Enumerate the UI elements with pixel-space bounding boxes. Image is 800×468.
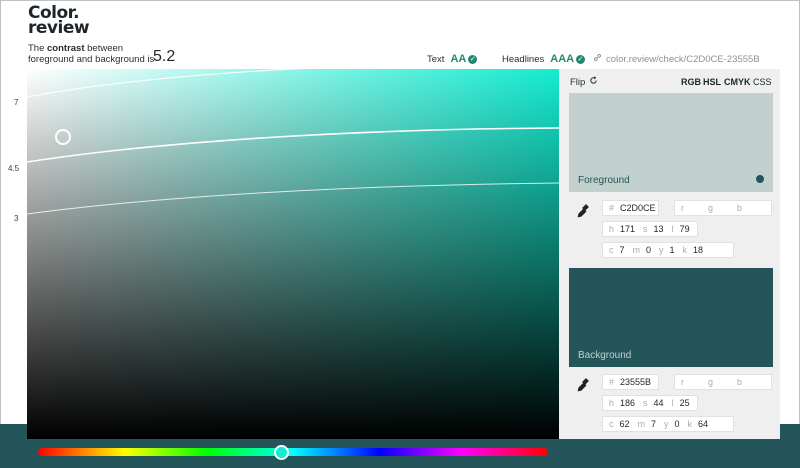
link-icon <box>593 53 602 65</box>
foreground-c: 7 <box>619 245 625 255</box>
rgb-b-placeholder: b <box>737 377 743 387</box>
foreground-h: 171 <box>620 224 636 234</box>
mode-hsl[interactable]: HSL <box>703 77 721 87</box>
contrast-prefix: The <box>28 43 48 54</box>
foreground-l: 79 <box>679 224 690 234</box>
contrast-description: The contrast between foreground and back… <box>28 43 154 65</box>
y-key: y <box>659 245 664 255</box>
contrast-line-7 <box>27 69 305 98</box>
foreground-rgb-input[interactable]: r g b <box>674 200 772 216</box>
background-k: 64 <box>698 419 709 429</box>
text-rating-label: Text <box>427 53 445 65</box>
hue-slider[interactable] <box>38 448 548 456</box>
background-hex-input[interactable]: # 23555B <box>602 374 659 390</box>
contrast-line-4-5 <box>27 127 559 163</box>
share-link-text: color.review/check/C2D0CE-23555B <box>606 53 760 65</box>
contrast-line2: foreground and background is <box>28 54 155 65</box>
refresh-icon <box>589 76 598 88</box>
hue-slider-handle[interactable] <box>274 445 289 460</box>
check-circle-icon: ✓ <box>576 54 586 64</box>
m-key: m <box>637 419 646 429</box>
background-label: Background <box>578 350 632 361</box>
yaxis-label-3: 3 <box>14 214 19 223</box>
rgb-r-placeholder: r <box>681 377 684 387</box>
background-y: 0 <box>674 419 680 429</box>
share-link[interactable]: color.review/check/C2D0CE-23555B <box>593 53 760 65</box>
h-key: h <box>609 224 615 234</box>
background-hex-value: 23555B <box>620 377 652 387</box>
foreground-swatch[interactable]: Foreground <box>569 93 773 192</box>
flip-label: Flip <box>570 76 586 88</box>
logo-line2: review <box>28 18 90 38</box>
hash-key: # <box>609 377 615 387</box>
mode-cmyk[interactable]: CMYK <box>724 77 751 87</box>
yaxis-label-7: 7 <box>14 98 19 107</box>
c-key: c <box>609 245 614 255</box>
contrast-line-3 <box>27 182 559 215</box>
headlines-rating-label: Headlines <box>502 53 545 65</box>
headlines-rating-grade: AAA <box>550 53 575 65</box>
rgb-r-placeholder: r <box>681 203 684 213</box>
k-key: k <box>682 245 688 255</box>
foreground-k: 18 <box>693 245 704 255</box>
background-c: 62 <box>619 419 630 429</box>
hash-key: # <box>609 203 615 213</box>
foreground-m: 0 <box>646 245 652 255</box>
background-cmyk-input[interactable]: c 62 m7 y0 k 64 <box>602 416 734 432</box>
headlines-rating: Headlines AAA ✓ <box>502 53 586 65</box>
foreground-y: 1 <box>669 245 675 255</box>
s-key: s <box>643 224 648 234</box>
mode-rgb[interactable]: RGB <box>681 77 701 87</box>
canvas-picker-handle[interactable] <box>55 129 71 145</box>
l-key: l <box>671 224 674 234</box>
rgb-g-placeholder: g <box>708 203 714 213</box>
foreground-indicator-dot <box>756 175 764 183</box>
contrast-ratio: 5.2 <box>153 48 176 65</box>
rgb-b-placeholder: b <box>737 203 743 213</box>
yaxis-label-4-5: 4.5 <box>8 164 20 173</box>
background-m: 7 <box>651 419 657 429</box>
flip-button[interactable]: Flip <box>570 76 598 88</box>
foreground-hex-input[interactable]: # C2D0CE <box>602 200 659 216</box>
k-key: k <box>687 419 693 429</box>
foreground-hex-value: C2D0CE <box>620 203 656 213</box>
foreground-cmyk-input[interactable]: c7 m0 y1 k 18 <box>602 242 734 258</box>
background-h: 186 <box>620 398 636 408</box>
background-l: 25 <box>679 398 690 408</box>
y-key: y <box>664 419 669 429</box>
background-swatch[interactable]: Background <box>569 268 773 367</box>
rgb-g-placeholder: g <box>708 377 714 387</box>
color-canvas[interactable] <box>27 69 559 439</box>
foreground-s: 13 <box>653 224 664 234</box>
contrast-suffix: between <box>84 43 124 54</box>
eyedropper-icon[interactable] <box>577 204 589 221</box>
eyedropper-icon[interactable] <box>577 378 589 395</box>
contrast-bold: contrast <box>47 43 85 54</box>
s-key: s <box>643 398 648 408</box>
foreground-label: Foreground <box>578 175 630 186</box>
m-key: m <box>632 245 641 255</box>
background-s: 44 <box>653 398 664 408</box>
check-circle-icon: ✓ <box>468 54 478 64</box>
text-rating-grade: AA <box>450 53 467 65</box>
logo[interactable]: Color. review <box>28 5 90 38</box>
c-key: c <box>609 419 614 429</box>
text-rating: Text AA ✓ <box>427 53 478 65</box>
background-rgb-input[interactable]: r g b <box>674 374 772 390</box>
l-key: l <box>671 398 674 408</box>
background-hsl-input[interactable]: h 186 s 44 l 25 <box>602 395 698 411</box>
mode-css[interactable]: CSS <box>753 77 772 87</box>
h-key: h <box>609 398 615 408</box>
foreground-hsl-input[interactable]: h 171 s 13 l 79 <box>602 221 698 237</box>
